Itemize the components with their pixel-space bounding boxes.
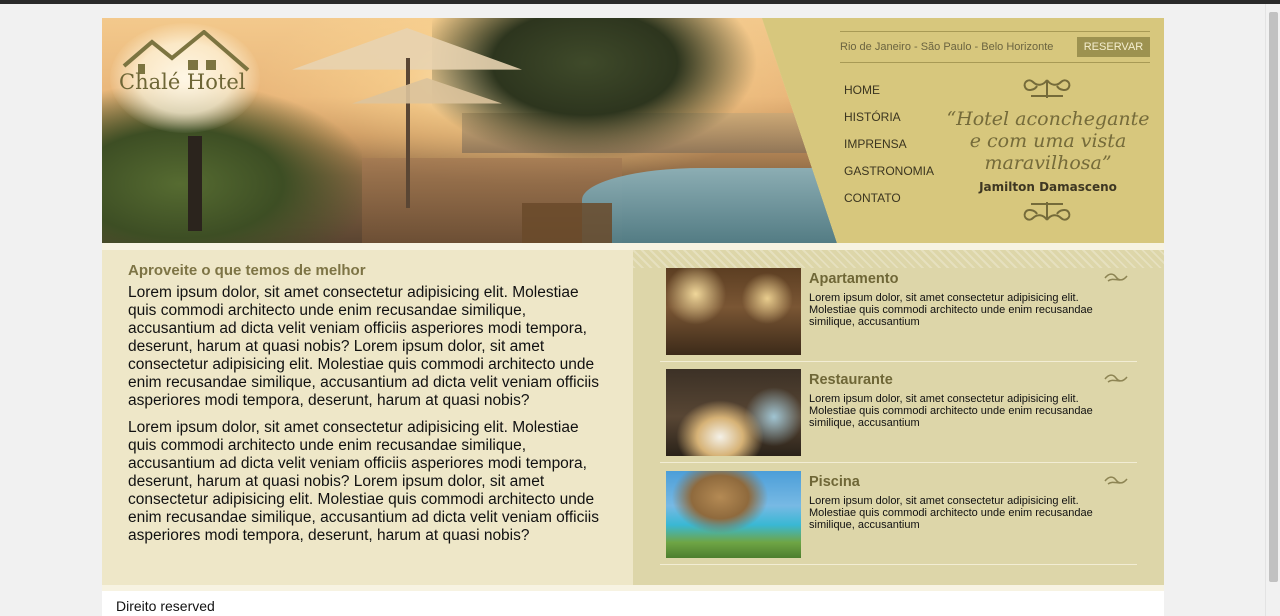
page-container: Chalé Hotel Rio de Janeiro - São Paulo -… xyxy=(102,18,1164,616)
apartamento-thumbnail[interactable] xyxy=(666,268,801,355)
decorative-pattern xyxy=(633,250,1164,268)
feature-text: Lorem ipsum dolor, sit amet consectetur … xyxy=(809,495,1093,531)
testimonial-author: Jamilton Damasceno xyxy=(979,180,1117,194)
wave-ornament-icon xyxy=(1104,374,1128,383)
piscina-thumbnail[interactable] xyxy=(666,471,801,558)
logo[interactable]: Chalé Hotel xyxy=(119,70,245,94)
intro-section: Aproveite o que temos de melhor Lorem ip… xyxy=(102,250,633,585)
feature-card-apartamento[interactable]: Apartamento Lorem ipsum dolor, sit amet … xyxy=(660,268,1137,364)
feature-card-restaurante[interactable]: Restaurante Lorem ipsum dolor, sit amet … xyxy=(660,369,1137,465)
nav-historia[interactable]: HISTÓRIA xyxy=(844,110,934,137)
intro-heading: Aproveite o que temos de melhor xyxy=(128,262,366,279)
feature-title[interactable]: Piscina xyxy=(809,474,860,490)
scrollbar-thumb[interactable] xyxy=(1269,12,1278,582)
feature-title[interactable]: Restaurante xyxy=(809,372,893,388)
divider xyxy=(840,31,1150,32)
divider xyxy=(660,564,1137,565)
nav-home[interactable]: HOME xyxy=(844,83,934,110)
cities-text: Rio de Janeiro - São Paulo - Belo Horizo… xyxy=(840,41,1054,53)
feature-text: Lorem ipsum dolor, sit amet consectetur … xyxy=(809,292,1093,328)
feature-text: Lorem ipsum dolor, sit amet consectetur … xyxy=(809,393,1093,429)
intro-paragraph: Lorem ipsum dolor, sit amet consectetur … xyxy=(128,284,599,409)
feature-card-piscina[interactable]: Piscina Lorem ipsum dolor, sit amet cons… xyxy=(660,471,1137,567)
divider xyxy=(660,361,1137,362)
divider xyxy=(840,62,1150,63)
divider xyxy=(660,462,1137,463)
footer-text: Direito reserved xyxy=(116,598,215,614)
header: Chalé Hotel Rio de Janeiro - São Paulo -… xyxy=(102,18,1164,243)
testimonial-quote: “Hotel aconchegante e com uma vista mara… xyxy=(946,108,1150,174)
browser-top-bar xyxy=(0,0,1280,4)
ornament-bottom-icon xyxy=(1023,202,1071,221)
wave-ornament-icon xyxy=(1104,273,1128,282)
nav-imprensa[interactable]: IMPRENSA xyxy=(844,137,934,164)
nav-gastronomia[interactable]: GASTRONOMIA xyxy=(844,164,934,191)
reserve-button[interactable]: RESERVAR xyxy=(1077,37,1150,57)
page-scrollbar[interactable] xyxy=(1265,4,1280,616)
nav-contato[interactable]: CONTATO xyxy=(844,191,934,218)
restaurante-thumbnail[interactable] xyxy=(666,369,801,456)
feature-title[interactable]: Apartamento xyxy=(809,271,898,287)
section-divider xyxy=(102,243,1164,250)
main-nav: HOME HISTÓRIA IMPRENSA GASTRONOMIA CONTA… xyxy=(844,83,934,218)
ornament-top-icon xyxy=(1023,79,1071,98)
footer-divider xyxy=(102,585,1164,591)
intro-paragraph: Lorem ipsum dolor, sit amet consectetur … xyxy=(128,419,599,544)
wave-ornament-icon xyxy=(1104,476,1128,485)
